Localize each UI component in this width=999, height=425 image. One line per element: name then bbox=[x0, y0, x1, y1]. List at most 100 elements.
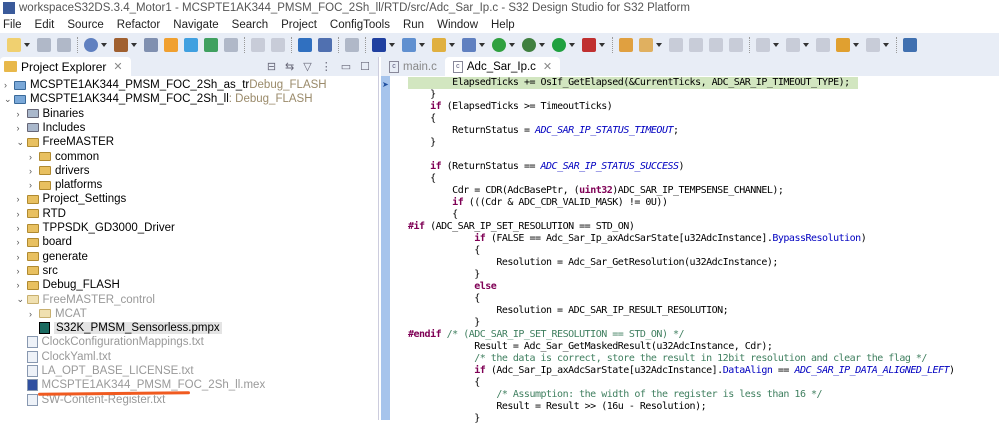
new-icon[interactable] bbox=[7, 38, 21, 52]
menu-refactor[interactable]: Refactor bbox=[117, 19, 160, 31]
tree-item[interactable]: › board bbox=[17, 235, 72, 249]
chevron-right-icon[interactable]: › bbox=[17, 252, 27, 262]
tree-item[interactable]: › RTD bbox=[17, 207, 66, 221]
back-icon[interactable] bbox=[836, 38, 850, 52]
chevron-down-icon[interactable]: ⌄ bbox=[4, 94, 14, 105]
pen-icon[interactable] bbox=[639, 38, 653, 52]
forward-icon[interactable] bbox=[866, 38, 880, 52]
maximize-icon[interactable]: ☐ bbox=[360, 60, 370, 73]
chevron-right-icon[interactable]: › bbox=[29, 152, 39, 162]
pilcrow-icon[interactable] bbox=[729, 38, 743, 52]
tree-item[interactable]: MCSPTE1AK344_PMSM_FOC_2Sh_ll.mex bbox=[17, 378, 265, 392]
tree-item[interactable]: › drivers bbox=[29, 164, 90, 178]
back-edit-icon[interactable] bbox=[816, 38, 830, 52]
build-config-icon[interactable] bbox=[84, 38, 98, 52]
dropdown-arrow-icon[interactable] bbox=[101, 43, 107, 47]
file-icon[interactable] bbox=[224, 38, 238, 52]
g-icon[interactable] bbox=[492, 38, 506, 52]
chevron-down-icon[interactable]: ⌄ bbox=[17, 137, 27, 148]
menu-window[interactable]: Window bbox=[437, 19, 478, 31]
external-tools-icon[interactable] bbox=[582, 38, 596, 52]
menu-project[interactable]: Project bbox=[281, 19, 317, 31]
new-source-icon[interactable] bbox=[462, 38, 476, 52]
save-icon[interactable] bbox=[37, 38, 51, 52]
tree-item[interactable]: LA_OPT_BASE_LICENSE.txt bbox=[17, 364, 194, 378]
menu-configtools[interactable]: ConfigTools bbox=[330, 19, 390, 31]
tree-item[interactable]: › platforms bbox=[29, 178, 102, 192]
redo-icon[interactable] bbox=[271, 38, 285, 52]
chevron-right-icon[interactable]: › bbox=[17, 123, 27, 133]
new-class-icon[interactable] bbox=[204, 38, 218, 52]
dropdown-arrow-icon[interactable] bbox=[883, 43, 889, 47]
dropdown-arrow-icon[interactable] bbox=[599, 43, 605, 47]
chevron-right-icon[interactable]: › bbox=[17, 237, 27, 247]
tree-item[interactable]: ⌄ FreeMASTER bbox=[17, 135, 115, 149]
chevron-right-icon[interactable]: › bbox=[17, 109, 27, 119]
menu-edit[interactable]: Edit bbox=[35, 19, 55, 31]
undo-icon[interactable] bbox=[251, 38, 265, 52]
dropdown-arrow-icon[interactable] bbox=[569, 43, 575, 47]
dropdown-arrow-icon[interactable] bbox=[773, 43, 779, 47]
chevron-right-icon[interactable]: › bbox=[17, 223, 27, 233]
close-icon[interactable]: ✕ bbox=[113, 60, 122, 73]
chevron-down-icon[interactable]: ⌄ bbox=[17, 294, 27, 305]
tree-item[interactable]: › src bbox=[17, 264, 58, 278]
tree-item[interactable]: ClockYaml.txt bbox=[17, 350, 111, 364]
chevron-right-icon[interactable]: › bbox=[29, 180, 39, 190]
new-project-icon[interactable] bbox=[164, 38, 178, 52]
chevron-right-icon[interactable]: › bbox=[17, 209, 27, 219]
collapse-all-icon[interactable]: ⊟ bbox=[267, 60, 276, 73]
menu-file[interactable]: File bbox=[3, 19, 22, 31]
tree-item[interactable]: S32K_PMSM_Sensorless.pmpx bbox=[29, 321, 222, 335]
menu-navigate[interactable]: Navigate bbox=[173, 19, 218, 31]
dropdown-arrow-icon[interactable] bbox=[539, 43, 545, 47]
minimize-icon[interactable]: ▭ bbox=[341, 60, 351, 73]
chevron-right-icon[interactable]: › bbox=[29, 309, 39, 319]
tree-item[interactable]: ⌄ FreeMASTER_control bbox=[17, 293, 155, 307]
dropdown-arrow-icon[interactable] bbox=[449, 43, 455, 47]
dropdown-arrow-icon[interactable] bbox=[131, 43, 137, 47]
chevron-right-icon[interactable]: › bbox=[17, 280, 27, 290]
tree-item[interactable]: › Includes bbox=[17, 121, 86, 135]
copy-icon[interactable] bbox=[689, 38, 703, 52]
edit-icon[interactable] bbox=[669, 38, 683, 52]
view-menu-icon[interactable]: ⋮ bbox=[321, 60, 332, 73]
tree-item[interactable]: ⌄ MCSPTE1AK344_PMSM_FOC_2Sh_ll: Debug_FLA… bbox=[4, 92, 313, 106]
close-icon[interactable]: ✕ bbox=[543, 60, 552, 73]
dropdown-arrow-icon[interactable] bbox=[24, 43, 30, 47]
menu-source[interactable]: Source bbox=[67, 19, 103, 31]
tree-item[interactable]: ClockConfigurationMappings.txt bbox=[17, 335, 204, 349]
dropdown-arrow-icon[interactable] bbox=[419, 43, 425, 47]
new-c-project-icon[interactable] bbox=[402, 38, 416, 52]
new-window-icon[interactable] bbox=[903, 38, 917, 52]
dropdown-arrow-icon[interactable] bbox=[509, 43, 515, 47]
menu-run[interactable]: Run bbox=[403, 19, 424, 31]
terminal-icon[interactable] bbox=[298, 38, 312, 52]
tab-project-explorer[interactable]: Project Explorer ✕ bbox=[0, 57, 131, 76]
tree-item[interactable]: › MCSPTE1AK344_PMSM_FOC_2Sh_as_tr Debug_F… bbox=[4, 78, 327, 92]
code-area[interactable]: ElapsedTicks += OsIf_GetElapsed(&Current… bbox=[408, 77, 999, 425]
new-layers-icon[interactable] bbox=[184, 38, 198, 52]
filter-icon[interactable]: ▽ bbox=[303, 60, 311, 73]
tree-item[interactable]: › MCAT bbox=[29, 307, 87, 321]
new-folder-icon[interactable] bbox=[432, 38, 446, 52]
save-all-icon[interactable] bbox=[57, 38, 71, 52]
tree-item[interactable]: › common bbox=[29, 150, 99, 164]
refresh-icon[interactable] bbox=[345, 38, 359, 52]
editor-ruler[interactable]: ➤ bbox=[381, 76, 390, 420]
chevron-right-icon[interactable]: › bbox=[4, 80, 14, 90]
chevron-right-icon[interactable]: › bbox=[17, 266, 27, 276]
dropdown-arrow-icon[interactable] bbox=[479, 43, 485, 47]
open-folder-icon[interactable] bbox=[619, 38, 633, 52]
tree-item[interactable]: › Project_Settings bbox=[17, 192, 127, 206]
tree-item[interactable]: › TPPSDK_GD3000_Driver bbox=[17, 221, 175, 235]
chevron-right-icon[interactable]: › bbox=[29, 166, 39, 176]
debug-icon[interactable] bbox=[522, 38, 536, 52]
tab-main-c[interactable]: c main.c bbox=[381, 57, 445, 76]
prev-annotation-icon[interactable] bbox=[786, 38, 800, 52]
chip-icon[interactable] bbox=[372, 38, 386, 52]
tab-adc-sar-ip-c[interactable]: c Adc_Sar_Ip.c ✕ bbox=[444, 57, 561, 76]
dropdown-arrow-icon[interactable] bbox=[803, 43, 809, 47]
run-icon[interactable] bbox=[552, 38, 566, 52]
tree-item[interactable]: › Debug_FLASH bbox=[17, 278, 120, 292]
